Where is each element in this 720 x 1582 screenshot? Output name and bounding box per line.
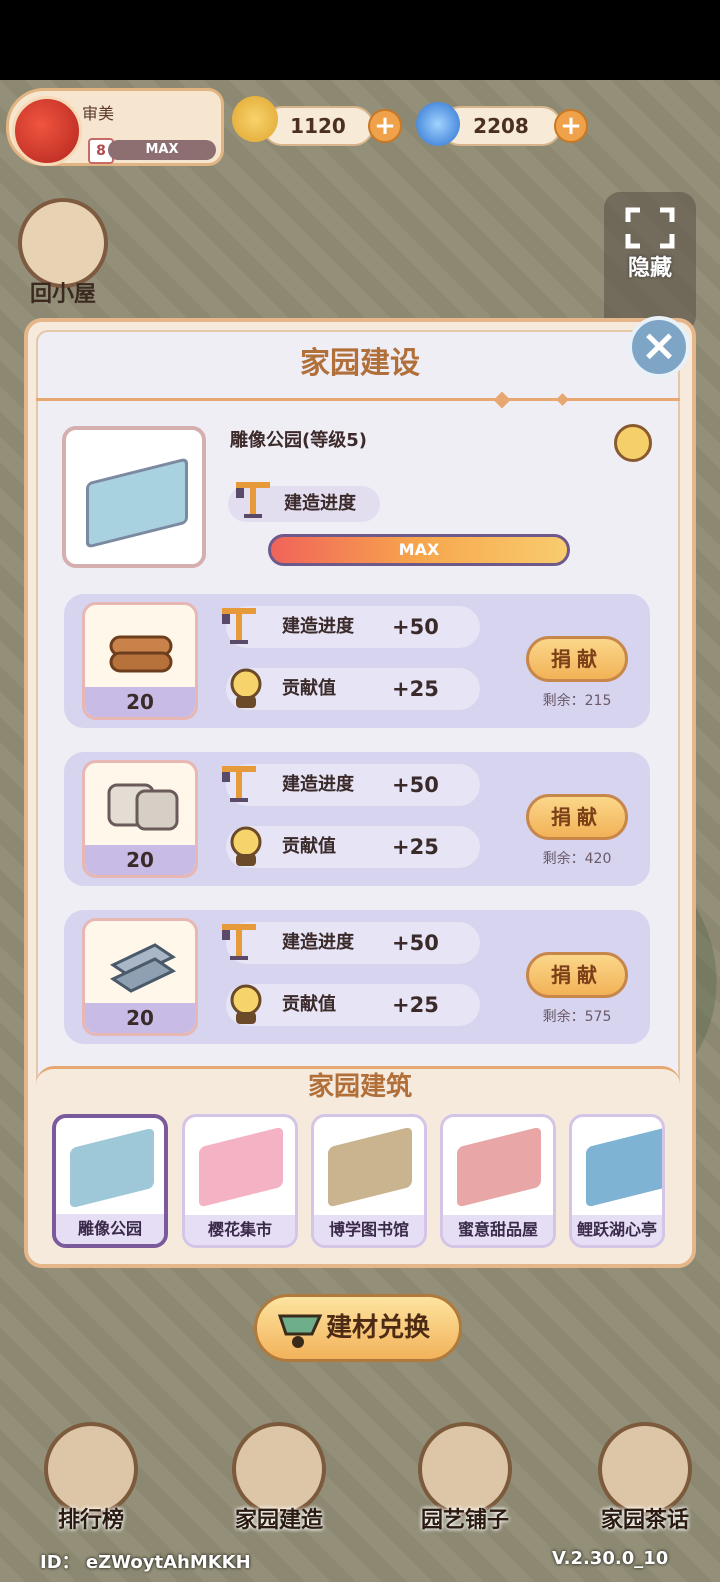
material-count: 20 <box>85 1003 195 1033</box>
snail-coin-icon <box>230 668 262 708</box>
reward-label: 建造进度 <box>282 616 354 637</box>
crane-icon <box>222 924 256 960</box>
reward-value: +50 <box>392 931 439 955</box>
reward-label: 贡献值 <box>282 678 336 699</box>
remaining-count: 剩余：575 <box>542 1009 612 1025</box>
section-title: 家园建筑 <box>307 1072 412 1102</box>
building-tab-label: 樱花集市 <box>185 1215 295 1245</box>
reward-value: +50 <box>392 773 439 797</box>
version-label: V.2.30.0_10 <box>552 1548 669 1569</box>
player-name: 审美 <box>82 104 115 123</box>
nav-label: 园艺铺子 <box>420 1508 509 1533</box>
reward-value: +25 <box>392 677 439 701</box>
hide-ui-button[interactable]: 隐藏 <box>604 192 696 332</box>
reward-label: 贡献值 <box>282 836 336 857</box>
nav-home-chat[interactable]: 家园茶话 <box>590 1422 700 1534</box>
donate-button[interactable]: 捐献 <box>526 952 628 998</box>
building-tab-statue-park[interactable]: 雕像公园 <box>52 1114 168 1248</box>
hide-label: 隐藏 <box>627 256 672 281</box>
statue-park-image <box>86 457 188 549</box>
close-button[interactable]: × <box>628 316 690 378</box>
building-tab-label: 鲤跃湖心亭 <box>572 1215 662 1245</box>
crane-icon <box>222 766 256 802</box>
crane-icon <box>236 482 270 518</box>
title-divider <box>36 398 680 401</box>
nav-label: 排行榜 <box>57 1508 124 1533</box>
building-tab-lake-pavilion[interactable]: 鲤跃湖心亭 <box>569 1114 665 1248</box>
donate-button[interactable]: 捐献 <box>526 794 628 840</box>
nav-home-build[interactable]: 家园建造 <box>224 1422 334 1534</box>
reward-label: 建造进度 <box>282 932 354 953</box>
dialog-title: 家园建设 <box>300 346 420 381</box>
progress-reward-row: 建造进度 +50 <box>226 606 480 648</box>
steel-beams-icon <box>109 943 177 993</box>
material-slot: 20 <box>82 760 198 878</box>
construction-progress-bar: MAX <box>268 534 570 566</box>
nav-label: 家园茶话 <box>600 1508 689 1533</box>
snail-coin-icon <box>230 826 262 866</box>
snail-coin-icon <box>232 96 278 142</box>
cement-bags-icon <box>107 783 179 831</box>
building-image <box>199 1126 283 1208</box>
reward-value: +50 <box>392 615 439 639</box>
reward-value: +25 <box>392 835 439 859</box>
exchange-label: 建材兑换 <box>325 1313 430 1343</box>
wheelbarrow-icon <box>277 1314 323 1348</box>
reward-value: +25 <box>392 993 439 1017</box>
material-slot: 20 <box>82 918 198 1036</box>
building-image <box>70 1127 154 1209</box>
user-id: ID： eZWoytAhMKKH <box>40 1552 251 1573</box>
reward-label: 贡献值 <box>282 994 336 1015</box>
nav-label: 家园建造 <box>234 1508 323 1533</box>
building-tab-sakura-market[interactable]: 樱花集市 <box>182 1114 298 1248</box>
building-tab-label: 博学图书馆 <box>314 1215 424 1245</box>
nav-ranking[interactable]: 排行榜 <box>36 1422 146 1534</box>
rose-avatar-icon[interactable] <box>12 96 82 166</box>
material-count: 20 <box>85 687 195 717</box>
house-icon <box>18 198 108 288</box>
remaining-count: 剩余：420 <box>542 851 612 867</box>
snail-coin-icon <box>230 984 262 1024</box>
material-slot: 20 <box>82 602 198 720</box>
material-count: 20 <box>85 845 195 875</box>
reward-label: 建造进度 <box>282 774 354 795</box>
wood-logs-icon <box>109 635 173 673</box>
building-image <box>457 1126 541 1208</box>
building-thumbnail <box>62 426 206 568</box>
building-tab-library[interactable]: 博学图书馆 <box>311 1114 427 1248</box>
progress-reward-row: 建造进度 +50 <box>226 922 480 964</box>
building-tab-dessert-house[interactable]: 蜜意甜品屋 <box>440 1114 556 1248</box>
level-status: MAX <box>108 140 216 160</box>
home-button[interactable]: 回小屋 <box>18 198 108 308</box>
add-gem-button[interactable]: + <box>554 109 588 143</box>
swirl-gem-icon <box>416 102 460 146</box>
nav-garden-shop[interactable]: 园艺铺子 <box>410 1422 520 1534</box>
home-label: 回小屋 <box>29 282 96 307</box>
building-tab-label: 雕像公园 <box>56 1214 164 1244</box>
building-tab-label: 蜜意甜品屋 <box>443 1215 553 1245</box>
building-image <box>328 1126 412 1208</box>
donate-button[interactable]: 捐献 <box>526 636 628 682</box>
coin-counter: 1120 <box>262 106 374 146</box>
frame-corners-icon <box>625 207 675 249</box>
building-name: 雕像公园(等级5) <box>230 430 367 451</box>
crane-icon <box>222 608 256 644</box>
remaining-count: 剩余：215 <box>542 693 612 709</box>
progress-reward-row: 建造进度 +50 <box>226 764 480 806</box>
eye-icon[interactable] <box>614 424 652 462</box>
add-coin-button[interactable]: + <box>368 109 402 143</box>
building-image <box>586 1126 662 1208</box>
